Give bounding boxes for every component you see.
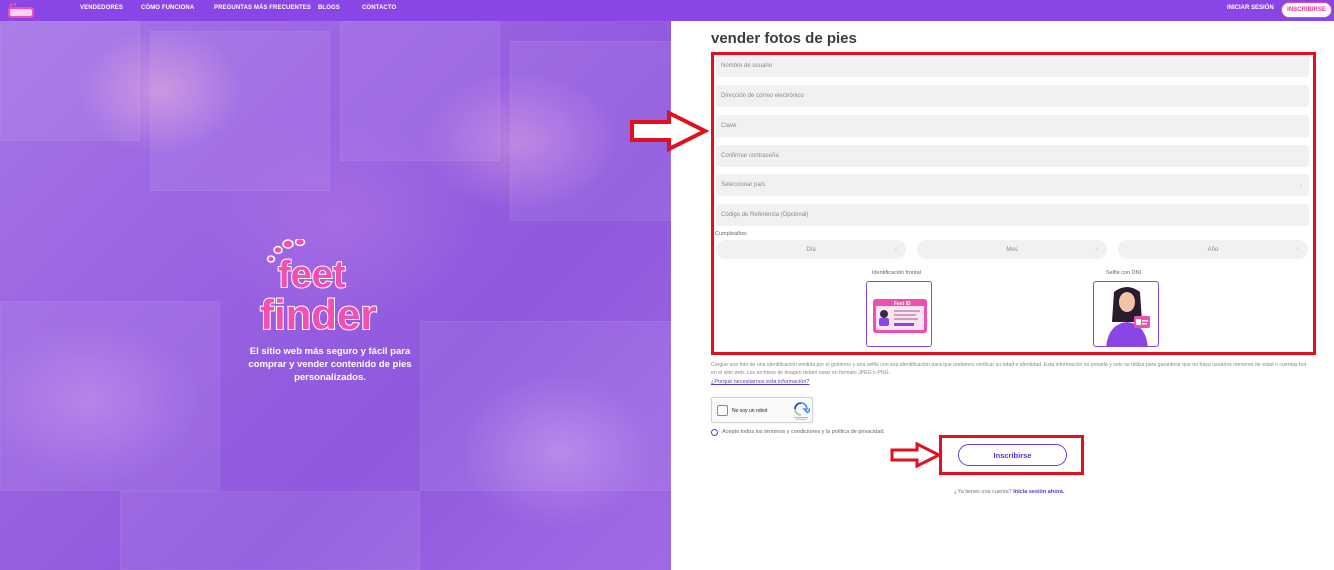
birthday-label: Cumpleaños: — [715, 231, 748, 237]
annotation-arrow-icon — [630, 110, 709, 152]
hero-panel: feet finder El sitio web más seguro y fá… — [0, 21, 671, 570]
hero-photo-tile — [420, 321, 671, 491]
id-front-label: Identificación frontal — [872, 270, 921, 276]
chevron-down-icon: ⌄ — [1295, 246, 1300, 252]
birthday-month-select[interactable]: Mes ⌄ — [917, 240, 1107, 259]
country-select[interactable]: Seleccionar país ⌄ — [716, 174, 1309, 196]
month-label: Mes — [1006, 246, 1018, 253]
terms-radio[interactable] — [711, 429, 718, 436]
nav-login-link[interactable]: INICIAR SESIÓN — [1227, 5, 1274, 11]
chevron-down-icon: ⌄ — [1298, 182, 1303, 188]
id-front-upload[interactable]: Feet ID — [866, 281, 932, 347]
country-placeholder: Seleccionar país — [721, 182, 766, 188]
email-input[interactable]: Dirección de correo electrónico — [716, 85, 1309, 107]
hero-photo-tile — [150, 31, 330, 191]
svg-text:finder: finder — [260, 291, 377, 338]
page: VENDEDORES CÓMO FUNCIONA PREGUNTAS MÁS F… — [0, 0, 1334, 570]
feet-finder-hero-logo: feet finder — [259, 239, 378, 339]
day-label: Día — [806, 246, 816, 253]
hero-photo-tile — [0, 21, 140, 141]
confirm-password-placeholder: Confirmar contraseña — [721, 153, 779, 159]
have-account-text: ¿Ya tienes una cuenta? — [954, 489, 1012, 495]
form-title: vender fotos de pies — [711, 30, 857, 47]
password-input[interactable]: Clave — [716, 115, 1309, 137]
nav-signup-button[interactable]: INSCRIBIRSE — [1281, 2, 1332, 18]
hero-photo-tile — [0, 301, 220, 491]
id-info-text: Cargue una foto de una identificación em… — [711, 362, 1307, 376]
nav-link-contacto[interactable]: CONTACTO — [362, 5, 396, 11]
username-input[interactable]: Nombre de usuario — [716, 55, 1309, 77]
referral-code-input[interactable]: Código de Referencia (Opcional) — [716, 204, 1309, 226]
selfie-label: Selfie con DNI — [1106, 270, 1142, 276]
svg-text:feet: feet — [278, 254, 346, 296]
year-label: Año — [1207, 246, 1219, 253]
username-placeholder: Nombre de usuario — [721, 63, 773, 69]
id-card-icon: Feet ID — [873, 299, 927, 333]
password-placeholder: Clave — [721, 123, 737, 129]
hero-photo-tile — [120, 491, 420, 570]
selfie-upload[interactable] — [1093, 281, 1159, 347]
signup-submit-button[interactable]: Inscribirse — [958, 444, 1067, 466]
nav-link-blogs[interactable]: BLOGS — [318, 5, 340, 11]
login-prompt: ¿Ya tienes una cuenta? Inicia sesión aho… — [954, 489, 1064, 495]
email-placeholder: Dirección de correo electrónico — [721, 93, 804, 99]
why-info-link[interactable]: ¿Porqué necesitamos esta información? — [711, 379, 809, 385]
birthday-year-select[interactable]: Año ⌄ — [1118, 240, 1308, 259]
nav-link-vendedores[interactable]: VENDEDORES — [80, 5, 123, 11]
birthday-day-select[interactable]: Día ⌄ — [716, 240, 906, 259]
chevron-down-icon: ⌄ — [1094, 246, 1099, 252]
recaptcha-icon — [794, 402, 810, 420]
feet-finder-logo-icon[interactable] — [6, 2, 36, 19]
terms-text: Acepto todos los términos y condiciones … — [722, 429, 885, 435]
recaptcha-checkbox[interactable] — [717, 405, 728, 416]
svg-text:Feet ID: Feet ID — [894, 301, 911, 307]
hero-tagline: El sitio web más seguro y fácil para com… — [248, 346, 412, 383]
annotation-arrow-icon — [890, 442, 942, 468]
recaptcha-label: No soy un robot — [732, 408, 768, 414]
chevron-down-icon: ⌄ — [893, 246, 898, 252]
recaptcha-widget: No soy un robot — [711, 397, 813, 423]
confirm-password-input[interactable]: Confirmar contraseña — [716, 145, 1309, 167]
login-now-link[interactable]: Inicia sesión ahora. — [1013, 489, 1064, 495]
top-navbar: VENDEDORES CÓMO FUNCIONA PREGUNTAS MÁS F… — [0, 0, 1334, 21]
nav-link-como-funciona[interactable]: CÓMO FUNCIONA — [141, 5, 194, 11]
nav-link-faq[interactable]: PREGUNTAS MÁS FRECUENTES — [214, 5, 311, 11]
referral-placeholder: Código de Referencia (Opcional) — [721, 212, 809, 218]
selfie-with-id-icon — [1106, 287, 1150, 346]
hero-photo-tile — [340, 21, 500, 161]
